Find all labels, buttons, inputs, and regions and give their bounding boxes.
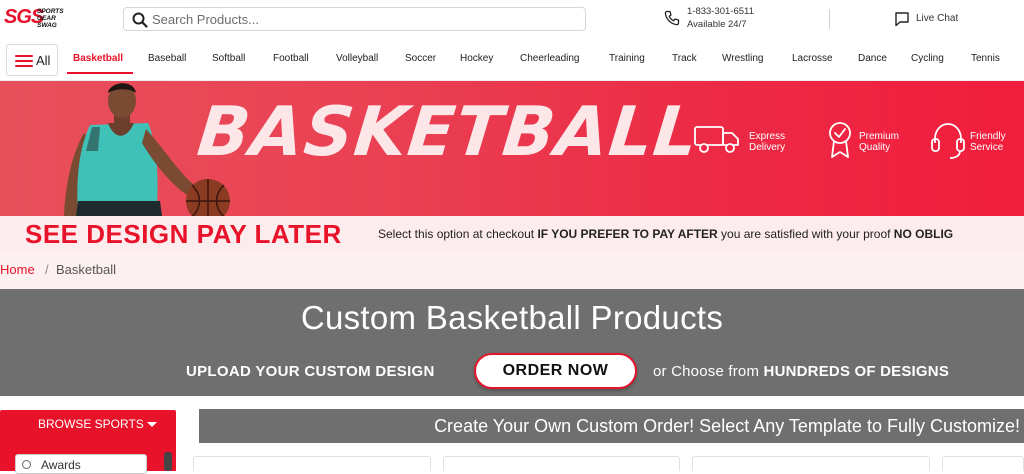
phone-icon — [664, 10, 680, 26]
page-title: Custom Basketball Products — [300, 299, 724, 336]
create-order-bar: Create Your Own Custom Order! Select Any… — [199, 409, 1024, 443]
nav-item-softball[interactable]: Softball — [212, 53, 245, 64]
feature-friendly-service: Friendly Service — [930, 121, 1024, 161]
sidebar-scrollbar[interactable] — [164, 452, 172, 471]
search-bar[interactable] — [123, 7, 586, 31]
all-menu-button[interactable]: All — [6, 44, 58, 76]
nav-item-dance[interactable]: Dance — [858, 53, 887, 64]
choose-designs-text: or Choose from HUNDREDS OF DESIGNS — [653, 363, 950, 380]
phone-number[interactable]: 1-833-301-6511 — [687, 6, 754, 17]
product-card[interactable] — [443, 456, 680, 471]
breadcrumb: Home / Basketball — [0, 252, 1024, 289]
feature-express-delivery: Express Delivery — [693, 121, 803, 161]
sport-nav: All Basketball Baseball Softball Footbal… — [0, 40, 1024, 81]
product-card[interactable] — [193, 456, 431, 471]
breadcrumb-separator: / — [45, 262, 49, 277]
chat-icon — [895, 12, 909, 27]
site-logo[interactable]: SGS SPORTS GEAR SWAG — [4, 6, 76, 32]
radio-icon[interactable] — [22, 460, 31, 469]
promo-text: Select this option at checkout IF YOU PR… — [378, 227, 954, 241]
sport-option-awards[interactable]: Awards — [15, 454, 147, 474]
feature-premium-quality: Premium Quality — [826, 121, 926, 161]
nav-item-volleyball[interactable]: Volleyball — [336, 53, 378, 64]
feature-label: Premium Quality — [859, 131, 900, 153]
caret-down-icon — [147, 422, 157, 427]
promo-headline: SEE DESIGN PAY LATER — [25, 219, 342, 249]
breadcrumb-current: Basketball — [56, 262, 116, 277]
truck-icon — [694, 126, 739, 153]
upload-design-label: UPLOAD YOUR CUSTOM DESIGN — [186, 363, 435, 380]
logo-subtext: SPORTS GEAR SWAG — [37, 8, 64, 29]
nav-item-basketball[interactable]: Basketball — [73, 53, 123, 64]
order-now-button[interactable]: ORDER NOW — [474, 353, 637, 389]
header-divider — [829, 9, 830, 29]
nav-item-training[interactable]: Training — [609, 53, 645, 64]
search-icon[interactable] — [132, 12, 148, 28]
active-tab-underline — [67, 72, 133, 74]
browse-sports-list: Awards — [0, 438, 176, 474]
hero-title: BASKETBALL — [193, 93, 703, 172]
nav-item-track[interactable]: Track — [672, 53, 697, 64]
search-input[interactable] — [152, 10, 572, 29]
product-card[interactable] — [692, 456, 930, 471]
nav-item-cycling[interactable]: Cycling — [911, 53, 944, 64]
top-header: SGS SPORTS GEAR SWAG 1-833-301-6511 Avai… — [0, 0, 1024, 40]
nav-item-lacrosse[interactable]: Lacrosse — [792, 53, 833, 64]
product-card[interactable] — [942, 456, 1024, 471]
create-order-text: Create Your Own Custom Order! Select Any… — [434, 416, 1020, 436]
hero-banner: BASKETBALL Express Delivery Premium Qualit… — [0, 81, 1024, 216]
custom-products-banner: Custom Basketball Products UPLOAD YOUR C… — [0, 289, 1024, 396]
sport-option-label: Awards — [41, 458, 81, 472]
headset-icon — [931, 123, 965, 159]
promo-strip[interactable]: SEE DESIGN PAY LATER Select this option … — [0, 216, 1024, 252]
browse-sports-toggle[interactable]: BROWSE SPORTS — [0, 410, 176, 438]
all-menu-label: All — [36, 53, 51, 68]
medal-icon — [829, 122, 851, 158]
hamburger-icon — [15, 55, 33, 67]
breadcrumb-home-link[interactable]: Home — [0, 262, 35, 277]
chat-label: Live Chat — [916, 13, 959, 24]
phone-availability: Available 24/7 — [687, 19, 747, 30]
nav-item-soccer[interactable]: Soccer — [405, 53, 436, 64]
browse-sports-label: BROWSE SPORTS — [38, 417, 144, 431]
nav-item-football[interactable]: Football — [273, 53, 309, 64]
browse-sports-panel: BROWSE SPORTS Awards — [0, 410, 176, 474]
feature-label: Friendly Service — [970, 131, 1006, 153]
nav-item-tennis[interactable]: Tennis — [971, 53, 1000, 64]
nav-item-hockey[interactable]: Hockey — [460, 53, 493, 64]
nav-item-baseball[interactable]: Baseball — [148, 53, 186, 64]
feature-label: Express Delivery — [749, 131, 786, 153]
nav-item-cheerleading[interactable]: Cheerleading — [520, 53, 580, 64]
nav-item-wrestling[interactable]: Wrestling — [722, 53, 764, 64]
